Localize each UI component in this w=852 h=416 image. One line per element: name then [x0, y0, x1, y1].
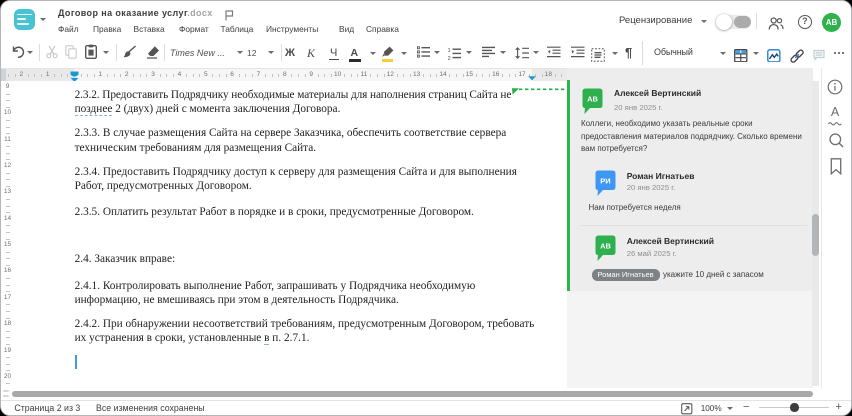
- svg-text:РИ: РИ: [600, 177, 610, 186]
- svg-text:АВ: АВ: [587, 95, 598, 104]
- svg-text:АВ: АВ: [600, 242, 611, 251]
